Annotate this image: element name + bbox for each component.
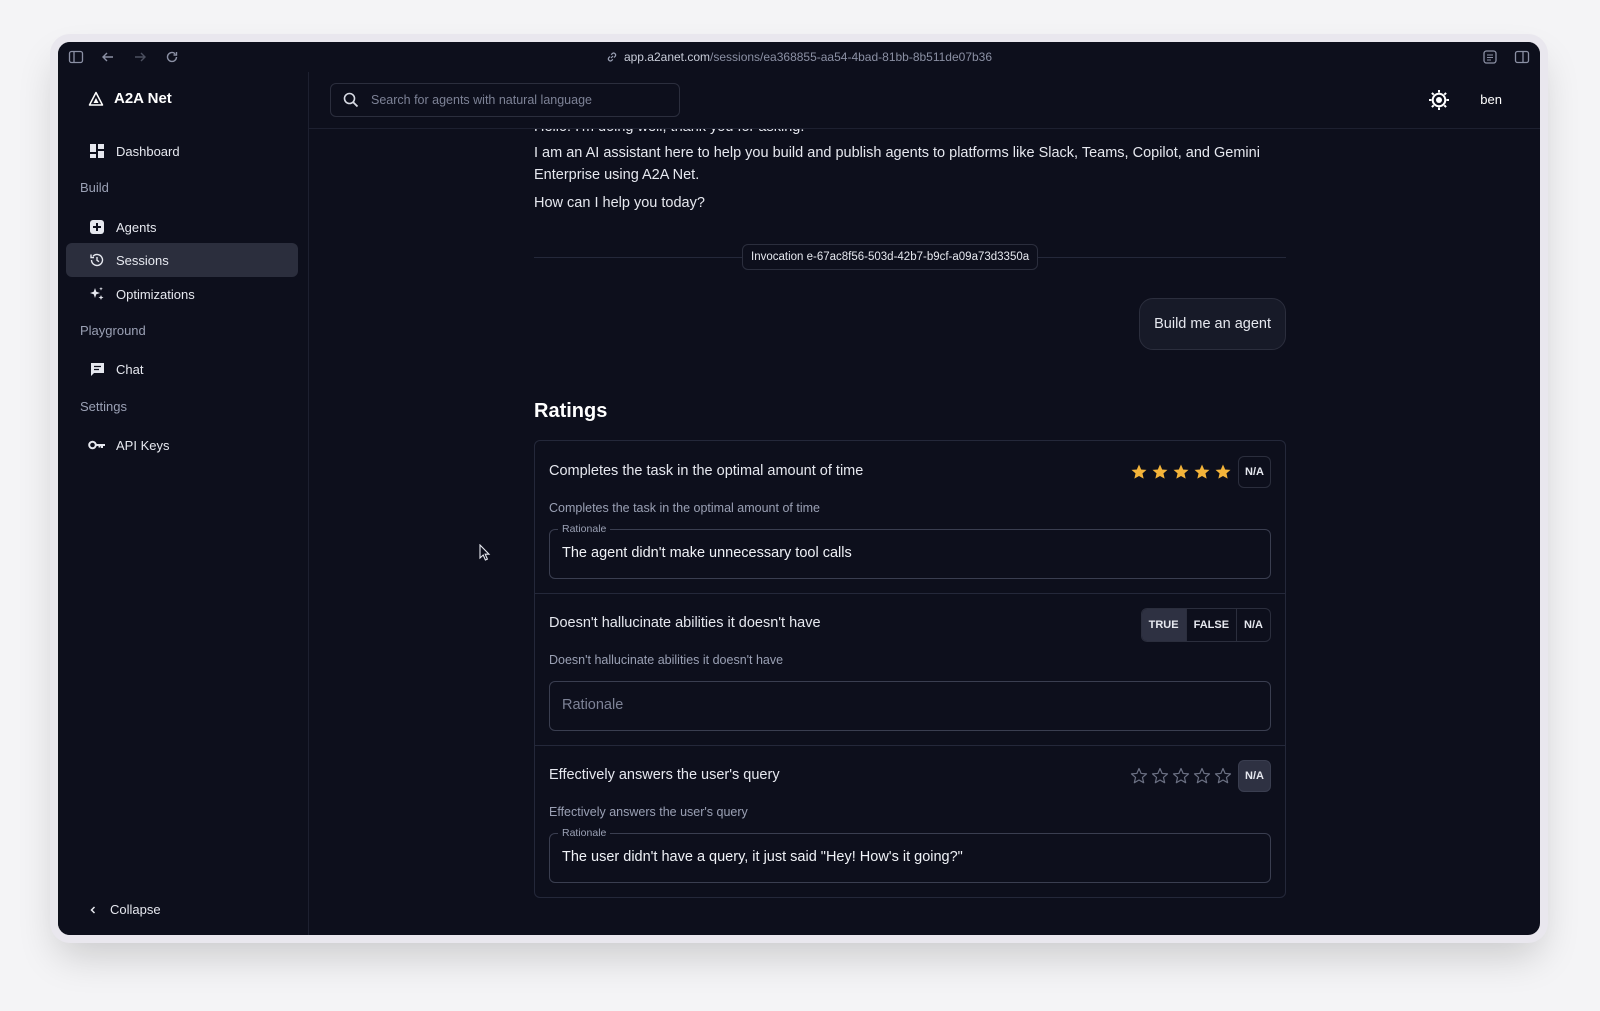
sidebar-item-label: Chat (116, 361, 144, 377)
ratings-card: Completes the task in the optimal amount… (534, 440, 1286, 898)
session-content: Hello! I'm doing well, thank you for ask… (309, 128, 1540, 935)
assistant-message-partial: Hello! I'm doing well, thank you for ask… (534, 128, 804, 138)
split-view-icon[interactable] (1514, 49, 1530, 65)
nav-section-build: Build (80, 180, 109, 195)
sidebar-item-label: Dashboard (116, 143, 180, 159)
true-false-toggle: TRUE FALSE N/A (1140, 608, 1271, 642)
star-empty-icon[interactable] (1130, 767, 1148, 785)
sparkles-icon (88, 285, 106, 303)
brand[interactable]: A2A Net (88, 90, 172, 107)
assistant-message-question: How can I help you today? (534, 195, 705, 211)
star-filled-icon[interactable] (1214, 463, 1232, 481)
link-icon (607, 52, 617, 62)
star-filled-icon[interactable] (1130, 463, 1148, 481)
rating-controls: N/A (1130, 760, 1271, 792)
browser-titlebar: app.a2anet.com/sessions/ea368855-aa54-4b… (58, 42, 1540, 73)
rationale-field[interactable]: Rationale (549, 681, 1271, 731)
na-button[interactable]: N/A (1238, 760, 1271, 792)
star-empty-icon[interactable] (1193, 767, 1211, 785)
search-box[interactable] (330, 83, 680, 117)
collapse-button[interactable]: Collapse (88, 902, 161, 917)
na-option[interactable]: N/A (1237, 609, 1270, 641)
rationale-label: Rationale (558, 523, 611, 535)
mouse-cursor-icon (479, 544, 491, 561)
rationale-field[interactable]: Rationale The user didn't have a query, … (549, 827, 1271, 883)
nav-section-settings: Settings (80, 399, 127, 414)
chevron-left-icon (90, 905, 96, 914)
nav-section-playground: Playground (80, 323, 146, 338)
sidebar-item-chat[interactable]: Chat (66, 352, 298, 386)
sidebar-item-label: API Keys (116, 437, 170, 453)
star-rating[interactable] (1130, 463, 1232, 481)
rationale-value: The agent didn't make unnecessary tool c… (562, 545, 852, 561)
sidebar-item-label: Optimizations (116, 286, 195, 302)
rating-description: Doesn't hallucinate abilities it doesn't… (549, 653, 784, 667)
star-empty-icon[interactable] (1151, 767, 1169, 785)
a2a-logo-icon (88, 91, 104, 106)
sidebar: A2A Net Dashboard Build Agents Sessions … (58, 72, 309, 935)
rationale-value: The user didn't have a query, it just sa… (562, 849, 963, 865)
star-filled-icon[interactable] (1172, 463, 1190, 481)
na-button[interactable]: N/A (1238, 456, 1271, 488)
rating-controls: TRUE FALSE N/A (1140, 608, 1271, 642)
true-option[interactable]: TRUE (1141, 609, 1187, 641)
rating-title: Completes the task in the optimal amount… (549, 463, 864, 479)
sidebar-item-api-keys[interactable]: API Keys (66, 428, 298, 462)
invocation-divider: Invocation e-67ac8f56-503d-42b7-b9cf-a09… (534, 244, 1286, 270)
topbar: ben (309, 72, 1540, 129)
chat-icon (88, 360, 106, 378)
star-filled-icon[interactable] (1151, 463, 1169, 481)
sidebar-item-label: Sessions (116, 252, 169, 268)
rating-item: Doesn't hallucinate abilities it doesn't… (535, 593, 1285, 746)
rating-item: Effectively answers the user's query N/A… (535, 745, 1285, 897)
rating-controls: N/A (1130, 456, 1271, 488)
agents-icon (88, 218, 106, 236)
rating-title: Doesn't hallucinate abilities it doesn't… (549, 615, 821, 631)
search-input[interactable] (369, 92, 663, 108)
sidebar-item-sessions[interactable]: Sessions (66, 243, 298, 277)
sidebar-item-agents[interactable]: Agents (66, 210, 298, 244)
key-icon (88, 436, 106, 454)
rating-description: Effectively answers the user's query (549, 805, 748, 819)
star-filled-icon[interactable] (1193, 463, 1211, 481)
false-option[interactable]: FALSE (1187, 609, 1238, 641)
sidebar-item-label: Agents (116, 219, 157, 235)
rating-item: Completes the task in the optimal amount… (535, 441, 1285, 594)
dashboard-icon (88, 142, 106, 160)
ratings-heading: Ratings (534, 400, 608, 422)
search-icon (343, 92, 359, 108)
assistant-message-paragraph: I am an AI assistant here to help you bu… (534, 145, 1260, 183)
sidebar-item-dashboard[interactable]: Dashboard (66, 134, 298, 168)
sidebar-item-optimizations[interactable]: Optimizations (66, 277, 298, 311)
rating-title: Effectively answers the user's query (549, 767, 780, 783)
address-bar[interactable]: app.a2anet.com/sessions/ea368855-aa54-4b… (58, 50, 1540, 64)
rationale-label: Rationale (558, 827, 611, 839)
user-menu[interactable]: ben (1480, 92, 1502, 107)
invocation-chip[interactable]: Invocation e-67ac8f56-503d-42b7-b9cf-a09… (742, 244, 1039, 270)
rationale-field[interactable]: Rationale The agent didn't make unnecess… (549, 523, 1271, 579)
rationale-placeholder: Rationale (562, 697, 624, 713)
user-message-bubble: Build me an agent (1139, 298, 1286, 350)
browser-window: app.a2anet.com/sessions/ea368855-aa54-4b… (58, 42, 1540, 935)
url-path: /sessions/ea368855-aa54-4bad-81bb-8b511d… (710, 50, 993, 64)
collapse-label: Collapse (110, 902, 161, 917)
star-rating[interactable] (1130, 767, 1232, 785)
theme-toggle-icon[interactable] (1428, 89, 1450, 111)
app-name: A2A Net (114, 90, 172, 107)
rating-description: Completes the task in the optimal amount… (549, 501, 820, 515)
history-icon (88, 251, 106, 269)
star-empty-icon[interactable] (1172, 767, 1190, 785)
url-host: app.a2anet.com (623, 50, 711, 64)
reader-icon[interactable] (1482, 49, 1498, 65)
star-empty-icon[interactable] (1214, 767, 1232, 785)
